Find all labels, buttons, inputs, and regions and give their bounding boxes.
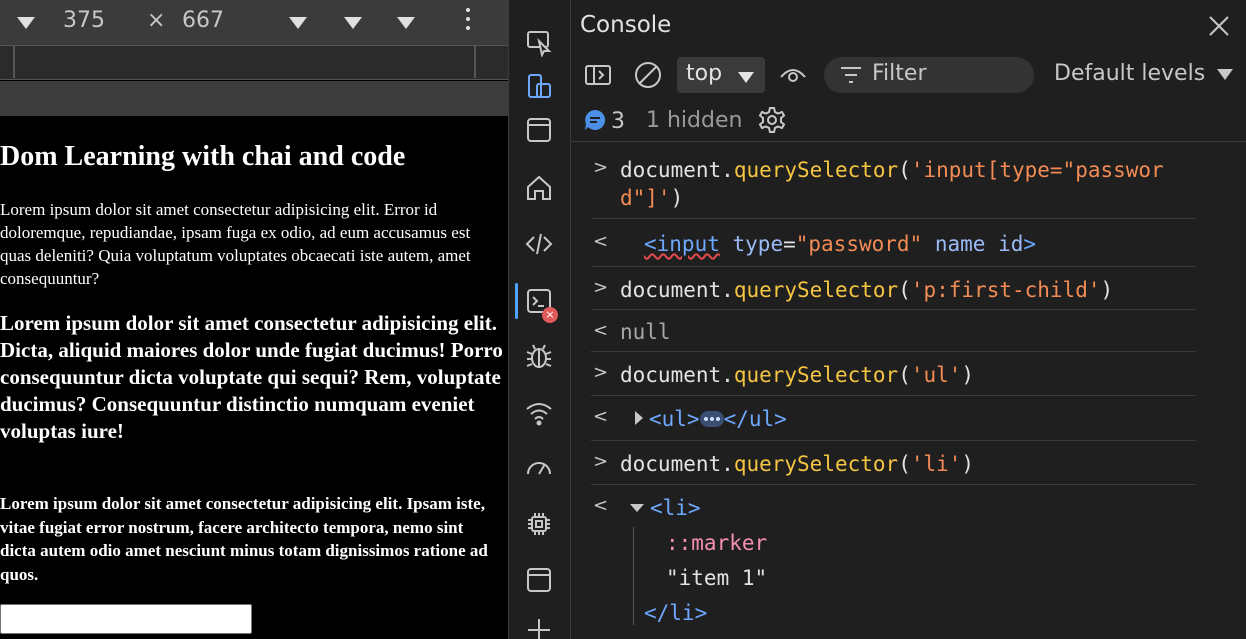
panel-title: Console: [580, 12, 672, 38]
closing-tag: </li>: [644, 601, 708, 625]
console-error-badge: ×: [542, 307, 558, 323]
console-input-row[interactable]: > document.querySelector('li'): [591, 441, 1196, 485]
live-expression-eye-icon[interactable]: [779, 61, 807, 89]
tree-guide-line: [633, 527, 634, 625]
device-height-input[interactable]: 667: [182, 8, 224, 33]
command-text: document.querySelector('input[type="pass…: [620, 158, 1164, 182]
elements-panel-icon[interactable]: [521, 112, 557, 148]
output-return-icon: <: [593, 406, 609, 427]
command-text-wrap: d"]'): [620, 186, 684, 210]
clear-console-icon[interactable]: [634, 61, 662, 89]
input-prompt-icon: >: [593, 362, 609, 383]
command-text: document.querySelector('li'): [620, 452, 975, 476]
application-icon[interactable]: [521, 562, 557, 598]
collapse-triangle-icon[interactable]: [630, 504, 644, 512]
message-count-value: 3: [611, 109, 625, 134]
filter-placeholder: Filter: [872, 61, 927, 86]
collapsed-children-icon[interactable]: [699, 411, 724, 427]
throttle-dropdown-icon[interactable]: [344, 17, 362, 29]
console-toolbar: top Filter Default levels: [571, 52, 1246, 98]
result-element[interactable]: <li>: [630, 494, 701, 522]
result-element[interactable]: <input type="password" name id>: [644, 230, 1036, 258]
chevron-down-icon: [738, 72, 754, 83]
console-input-row[interactable]: > document.querySelector('p:first-child'…: [591, 267, 1196, 310]
issues-bug-icon[interactable]: [521, 338, 557, 374]
dimensions-dropdown-icon[interactable]: [17, 17, 35, 29]
page-heading: Dom Learning with chai and code: [0, 141, 406, 172]
console-output-row[interactable]: < null: [591, 310, 1196, 352]
command-text: document.querySelector('ul'): [620, 363, 975, 387]
command-text: document.querySelector('p:first-child'): [620, 278, 1114, 302]
selection-indicator: [515, 283, 518, 319]
console-input-row[interactable]: > document.querySelector('input[type="pa…: [591, 143, 1196, 219]
input-prompt-icon: >: [593, 277, 609, 298]
device-width-input[interactable]: 375: [63, 8, 105, 33]
times-sign: ×: [147, 8, 166, 33]
inspect-icon[interactable]: [521, 24, 557, 60]
paragraph-3: Lorem ipsum dolor sit amet consectetur a…: [0, 494, 488, 584]
console-log: > document.querySelector('input[type="pa…: [571, 143, 1246, 639]
filter-input[interactable]: Filter: [824, 57, 1034, 93]
activity-bar: ×: [508, 0, 571, 639]
console-status-bar: 3 1 hidden: [571, 98, 1246, 142]
text-node: "item 1": [666, 566, 768, 590]
media-query-ruler[interactable]: [0, 46, 508, 80]
marker-pseudo: ::marker: [666, 531, 768, 555]
welcome-home-icon[interactable]: [521, 170, 557, 206]
performance-gauge-icon[interactable]: [521, 449, 557, 485]
message-count[interactable]: 3: [583, 108, 625, 134]
input-prompt-icon: >: [593, 157, 609, 178]
rotate-dropdown-icon[interactable]: [397, 17, 415, 29]
result-value: null: [620, 320, 671, 344]
page-viewport: Dom Learning with chai and code Lorem ip…: [0, 116, 508, 639]
chevron-down-icon: [1217, 68, 1234, 80]
sidebar-toggle-icon[interactable]: [584, 61, 612, 89]
console-panel: Console top Filter Default levels 3 1 hi…: [571, 0, 1246, 639]
console-input-row[interactable]: > document.querySelector('ul'): [591, 352, 1196, 396]
paragraph-2: Lorem ipsum dolor sit amet consectetur a…: [0, 311, 503, 443]
memory-chip-icon[interactable]: [521, 506, 557, 542]
password-input[interactable]: [0, 604, 252, 634]
close-icon[interactable]: [1207, 14, 1231, 38]
output-return-icon: <: [593, 231, 609, 252]
expand-triangle-icon[interactable]: [635, 411, 643, 425]
filter-icon: [841, 67, 861, 83]
console-output-row[interactable]: < <ul> </ul>: [591, 396, 1196, 441]
gear-icon[interactable]: [757, 105, 787, 135]
paragraph-1: Lorem ipsum dolor sit amet consectetur a…: [0, 200, 471, 288]
sources-code-icon[interactable]: [521, 226, 557, 262]
add-tool-icon[interactable]: [521, 612, 557, 639]
context-selector[interactable]: top: [677, 57, 765, 93]
hidden-count: 1 hidden: [646, 108, 743, 133]
output-return-icon: <: [593, 495, 609, 516]
log-levels-dropdown[interactable]: Default levels: [1054, 61, 1234, 86]
more-options-icon[interactable]: [464, 8, 472, 34]
output-return-icon: <: [593, 320, 609, 341]
zoom-dropdown-icon[interactable]: [289, 17, 307, 29]
device-toggle-icon[interactable]: [521, 68, 557, 104]
device-toolbar: 375 × 667: [0, 0, 508, 46]
context-label: top: [686, 61, 723, 86]
input-prompt-icon: >: [593, 451, 609, 472]
result-element[interactable]: <ul> </ul>: [635, 405, 787, 433]
device-emulation-pane: 375 × 667 Dom Learning with chai and cod…: [0, 0, 508, 639]
console-output-row[interactable]: < <li> ::marker "item 1" </li>: [591, 485, 1196, 639]
network-wifi-icon[interactable]: [521, 395, 557, 431]
log-levels-label: Default levels: [1054, 61, 1206, 86]
ruler-bar: [0, 81, 508, 116]
console-output-row[interactable]: < <input type="password" name id>: [591, 219, 1196, 267]
message-bubble-icon: [585, 109, 606, 130]
